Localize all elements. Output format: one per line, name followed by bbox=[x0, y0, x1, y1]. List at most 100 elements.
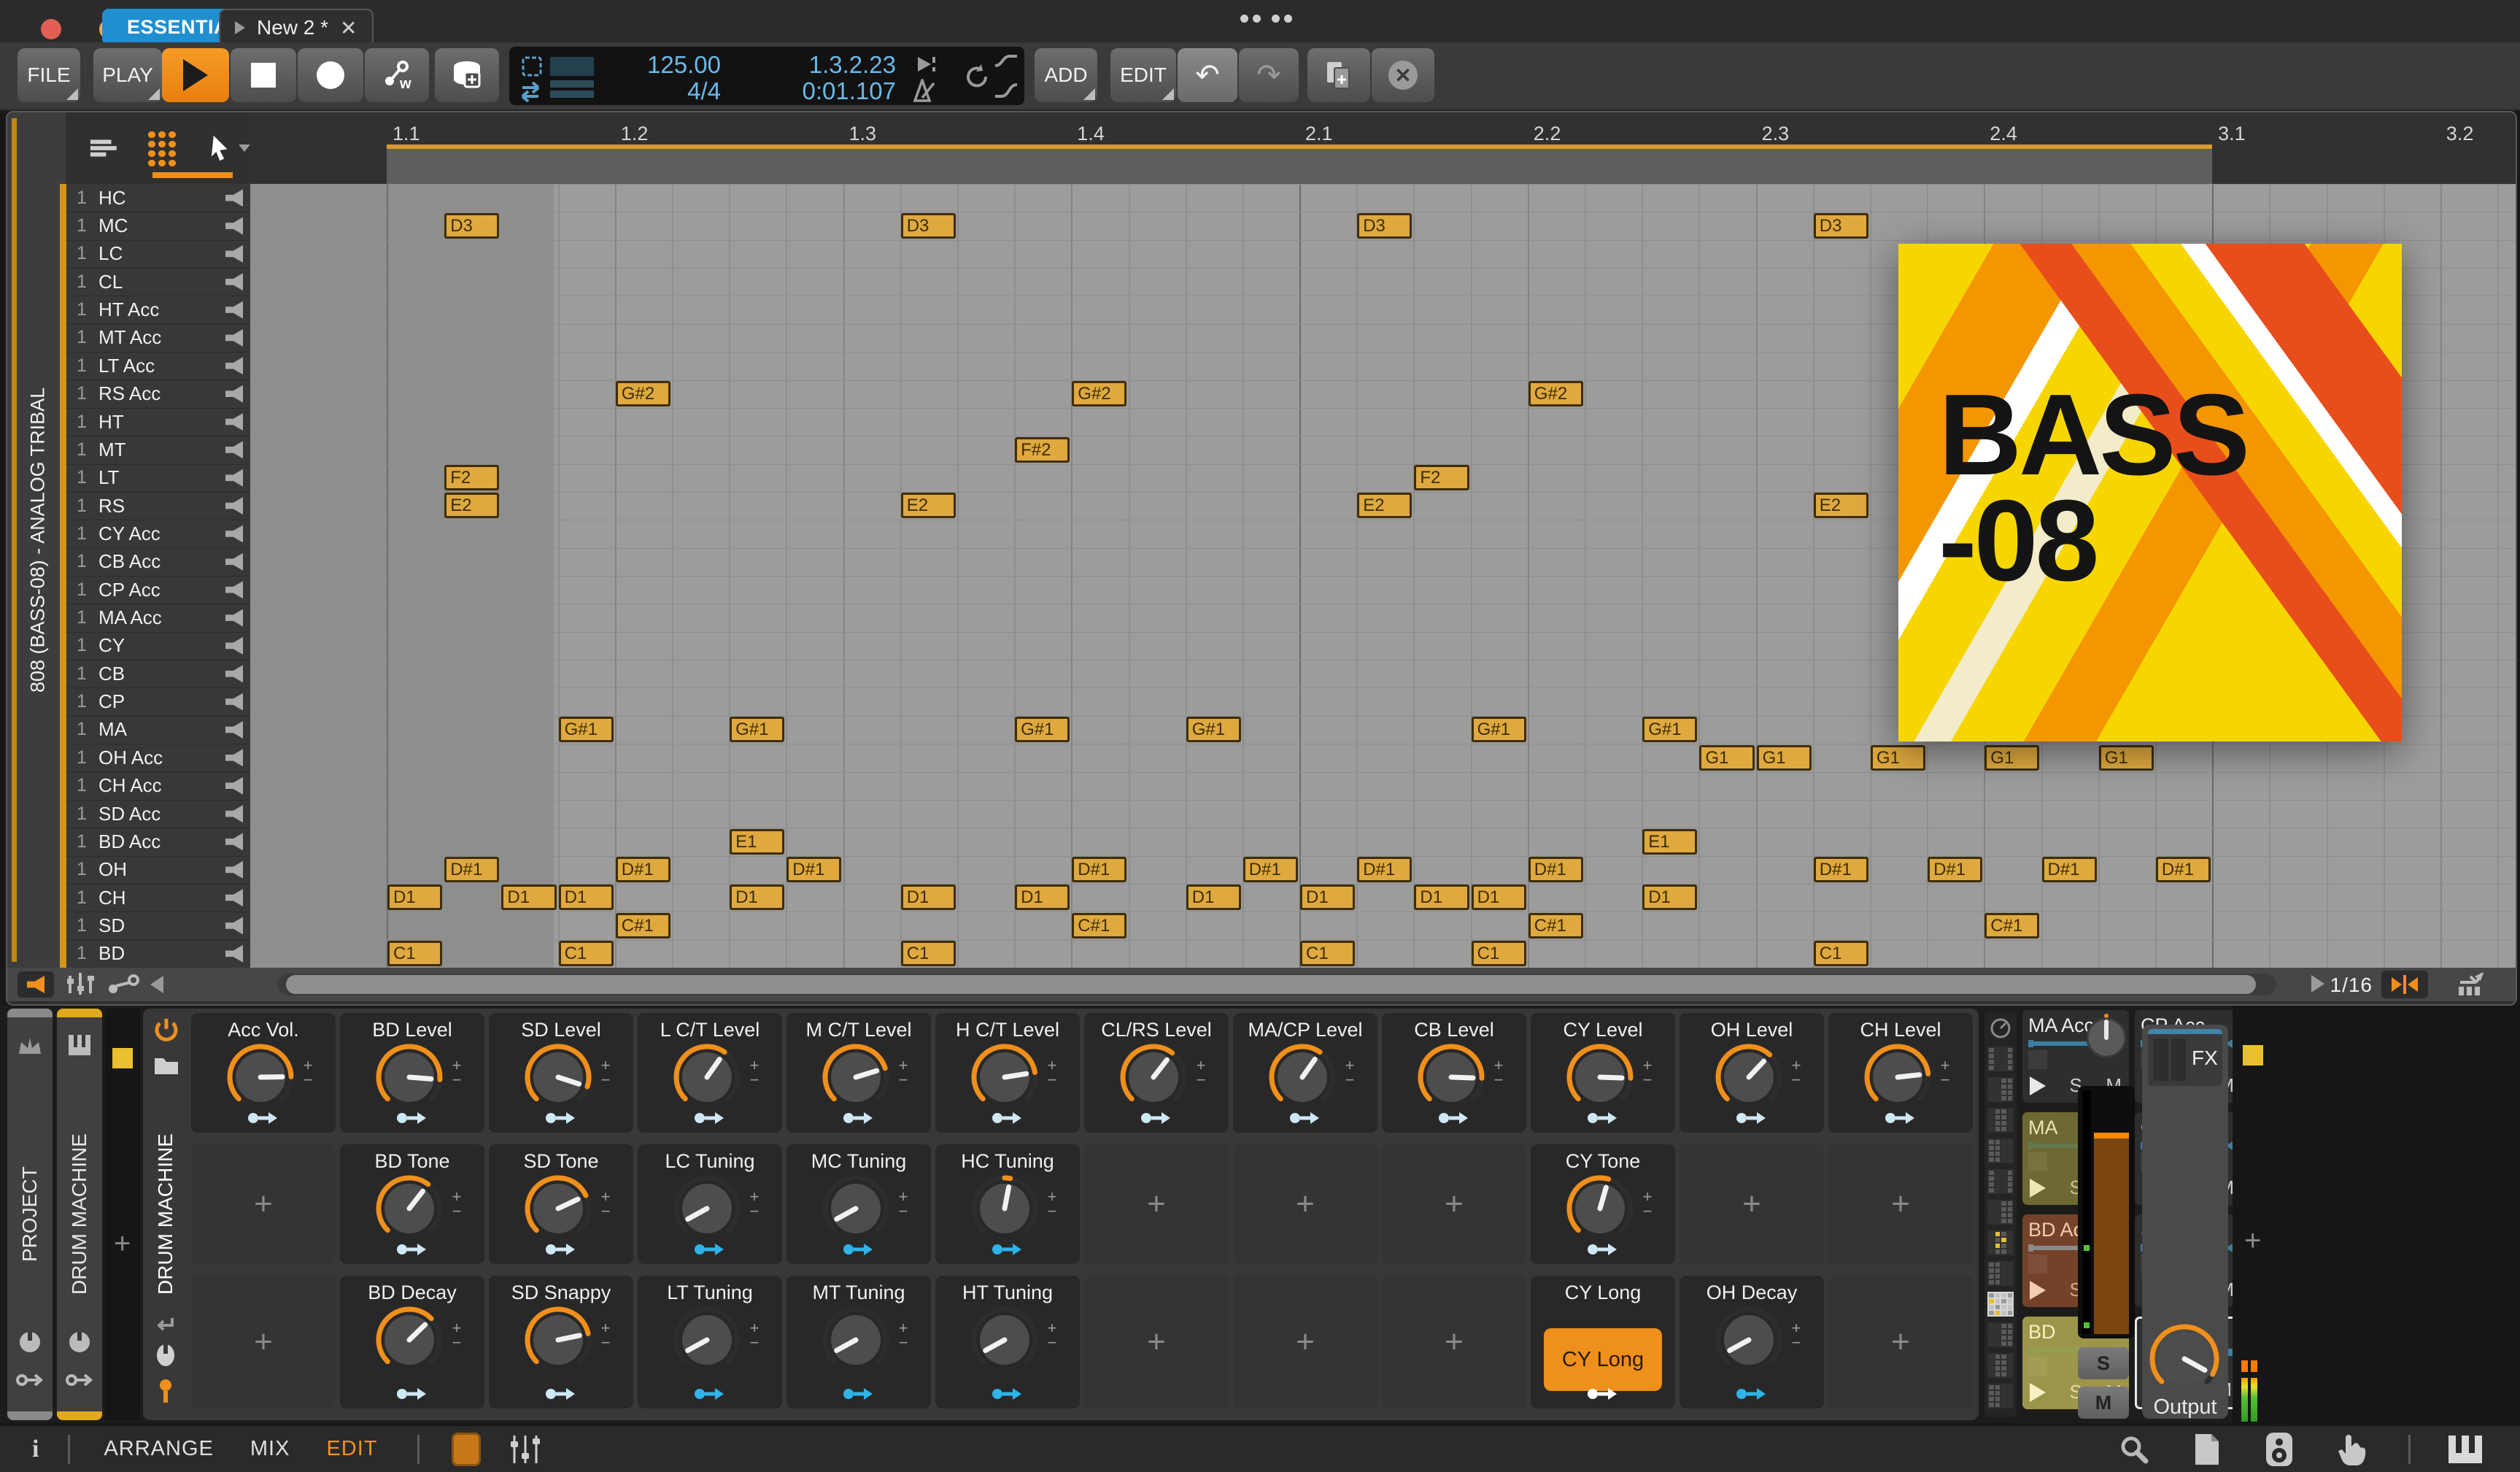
value-stepper[interactable]: + − bbox=[596, 1057, 615, 1088]
note[interactable]: G1 bbox=[1870, 744, 1926, 771]
cl-rs-level-knob[interactable] bbox=[1118, 1042, 1189, 1112]
speaker-icon[interactable] bbox=[225, 917, 243, 935]
fader-handle[interactable] bbox=[2094, 1133, 2129, 1138]
modulation-route-icon[interactable] bbox=[786, 1109, 931, 1127]
bd-decay-knob[interactable] bbox=[374, 1305, 444, 1375]
value-stepper[interactable]: + − bbox=[447, 1189, 466, 1219]
note[interactable]: G1 bbox=[1984, 744, 2040, 771]
pad-sample-slot[interactable] bbox=[2028, 1357, 2047, 1376]
modulation-route-icon[interactable] bbox=[935, 1241, 1080, 1258]
speaker-icon[interactable] bbox=[225, 357, 243, 375]
speaker-icon[interactable] bbox=[225, 273, 243, 291]
pan-knob[interactable] bbox=[2084, 1010, 2129, 1061]
value-stepper[interactable]: + − bbox=[894, 1189, 913, 1219]
track-color-swatch[interactable] bbox=[112, 1048, 133, 1068]
note[interactable]: E2 bbox=[900, 493, 956, 519]
modulation-route-icon[interactable] bbox=[786, 1385, 931, 1403]
empty-slot[interactable]: + bbox=[1828, 1144, 1973, 1264]
modulation-route-icon[interactable] bbox=[638, 1385, 782, 1403]
modulation-route-icon[interactable] bbox=[489, 1385, 633, 1403]
layered-view-icon[interactable] bbox=[88, 132, 117, 164]
note[interactable]: G#1 bbox=[558, 717, 614, 743]
value-stepper[interactable]: + − bbox=[1638, 1189, 1657, 1219]
m-c-t-level-knob[interactable] bbox=[821, 1042, 891, 1112]
position-display[interactable]: 1.3.2.23 bbox=[735, 51, 896, 79]
speaker-icon[interactable] bbox=[225, 693, 243, 711]
fold-notes-icon[interactable] bbox=[2454, 971, 2486, 998]
add-to-library-button[interactable] bbox=[435, 48, 499, 102]
pattern-thumbnail[interactable] bbox=[1987, 1292, 2014, 1317]
record-button[interactable] bbox=[298, 48, 363, 102]
drum-pad-row[interactable]: 1 LC bbox=[66, 240, 250, 269]
drum-pad-row[interactable]: 1 RS bbox=[66, 492, 250, 521]
note[interactable]: E2 bbox=[444, 493, 500, 519]
edit-view-button[interactable]: EDIT bbox=[326, 1437, 377, 1461]
stop-button[interactable] bbox=[231, 48, 296, 102]
bd-level-knob[interactable] bbox=[374, 1042, 444, 1112]
note[interactable]: D1 bbox=[1300, 885, 1356, 911]
drum-pad-row[interactable]: 1 LT bbox=[66, 464, 250, 493]
pad-sample-slot[interactable] bbox=[2028, 1050, 2047, 1069]
sd-snappy-knob[interactable] bbox=[523, 1305, 593, 1375]
pattern-thumbnail[interactable] bbox=[1987, 1322, 2014, 1347]
note[interactable]: D#1 bbox=[1072, 857, 1127, 883]
note[interactable]: G#1 bbox=[730, 717, 785, 743]
l-c-t-level-knob[interactable] bbox=[672, 1042, 742, 1112]
swing-icon[interactable] bbox=[518, 82, 546, 102]
speaker-icon[interactable] bbox=[225, 189, 243, 207]
lc-tuning-knob[interactable] bbox=[672, 1174, 742, 1244]
snap-toggle[interactable] bbox=[2381, 971, 2428, 998]
note[interactable]: C1 bbox=[387, 941, 443, 967]
speaker-icon[interactable] bbox=[225, 497, 243, 515]
modulator-icon[interactable] bbox=[155, 1343, 176, 1368]
tool-dropdown-icon[interactable] bbox=[239, 144, 250, 152]
drum-pad-row[interactable]: 1 CB Acc bbox=[66, 548, 250, 577]
drum-pad-row[interactable]: 1 CH Acc bbox=[66, 772, 250, 801]
value-stepper[interactable]: + − bbox=[1787, 1320, 1806, 1351]
drum-view-icon[interactable] bbox=[147, 130, 177, 166]
note[interactable]: D#1 bbox=[786, 857, 842, 883]
note[interactable]: D1 bbox=[900, 885, 956, 911]
value-stepper[interactable]: + − bbox=[1191, 1057, 1210, 1088]
note[interactable]: G#1 bbox=[1015, 717, 1070, 743]
drum-pad-row[interactable]: 1 SD Acc bbox=[66, 800, 250, 829]
note[interactable]: D3 bbox=[1813, 212, 1868, 239]
note[interactable]: C#1 bbox=[1528, 912, 1583, 939]
cy-tone-knob[interactable] bbox=[1565, 1174, 1635, 1244]
speaker-icon[interactable] bbox=[225, 217, 243, 235]
play-menu-button[interactable]: PLAY bbox=[93, 48, 162, 102]
modulation-route-icon[interactable] bbox=[638, 1109, 782, 1127]
speaker-icon[interactable] bbox=[225, 609, 243, 627]
note[interactable]: E2 bbox=[1813, 493, 1868, 519]
drum-pad-row[interactable]: 1 CY bbox=[66, 632, 250, 661]
pattern-thumbnail[interactable] bbox=[1987, 1261, 2014, 1286]
note[interactable]: D#1 bbox=[1528, 857, 1583, 883]
pattern-thumbnail[interactable] bbox=[1987, 1108, 2014, 1133]
note[interactable]: C#1 bbox=[1072, 912, 1127, 939]
note[interactable]: D1 bbox=[501, 885, 557, 911]
value-stepper[interactable]: + − bbox=[1340, 1057, 1359, 1088]
pointer-tool-icon[interactable] bbox=[209, 129, 233, 167]
note[interactable]: C#1 bbox=[615, 912, 670, 939]
volume-fader[interactable] bbox=[2078, 1086, 2135, 1338]
drum-pad-row[interactable]: 1 MC bbox=[66, 212, 250, 241]
fx-chain-device[interactable]: FX bbox=[2148, 1029, 2222, 1086]
value-stepper[interactable]: + − bbox=[298, 1057, 317, 1088]
speaker-icon[interactable] bbox=[225, 301, 243, 319]
link-icon[interactable] bbox=[107, 974, 140, 995]
drum-pad-row[interactable]: 1 BD bbox=[66, 940, 250, 968]
modulation-route-icon[interactable] bbox=[1531, 1241, 1675, 1258]
redo-button[interactable]: ↷ bbox=[1239, 48, 1299, 102]
acc-vol--knob[interactable] bbox=[225, 1042, 295, 1112]
add-plus[interactable]: + bbox=[2244, 1225, 2261, 1257]
note[interactable]: C1 bbox=[1300, 941, 1356, 967]
info-icon[interactable]: i bbox=[32, 1436, 39, 1463]
drum-pad-row[interactable]: 1 MT bbox=[66, 436, 250, 465]
note[interactable]: D#1 bbox=[1813, 857, 1868, 883]
speaker-icon[interactable] bbox=[225, 833, 243, 851]
note[interactable]: D#1 bbox=[1928, 857, 1983, 883]
value-stepper[interactable]: + − bbox=[745, 1189, 764, 1219]
note[interactable]: D#1 bbox=[2041, 857, 2097, 883]
pattern-thumbnail[interactable] bbox=[1987, 1047, 2014, 1071]
note[interactable]: D1 bbox=[558, 885, 614, 911]
